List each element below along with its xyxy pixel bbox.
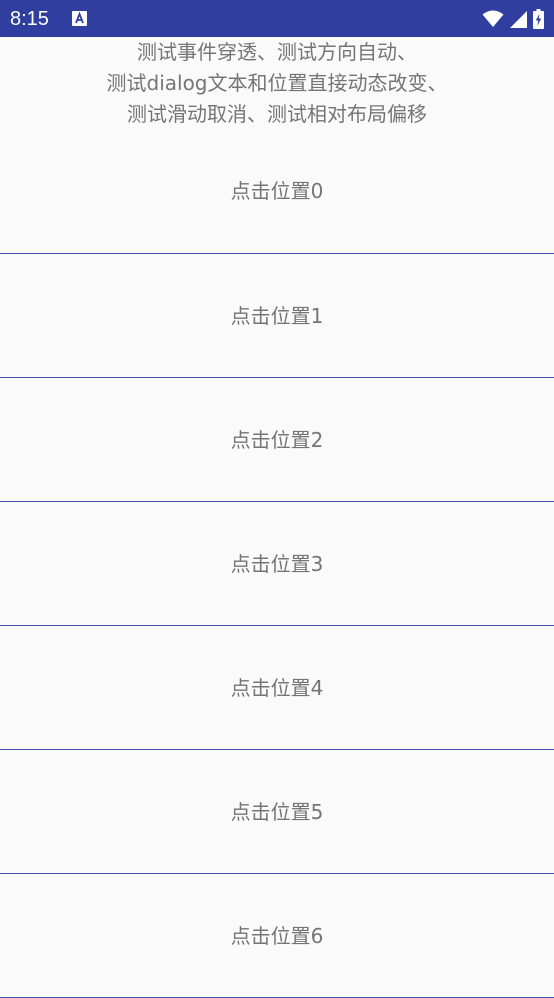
list-item-position-3[interactable]: 点击位置3 <box>0 502 554 626</box>
header-line: 测试dialog文本和位置直接动态改变、 <box>106 71 448 95</box>
list-item-label: 点击位置2 <box>230 427 324 452</box>
list-item-position-6[interactable]: 点击位置6 <box>0 874 554 998</box>
status-bar: 8:15 <box>0 0 554 37</box>
status-icons <box>482 8 544 30</box>
click-position-list: 点击位置0 点击位置1 点击位置2 点击位置3 点击位置4 点击位置5 点击位置… <box>0 129 554 998</box>
cell-signal-icon <box>510 10 527 28</box>
header-line: 测试滑动取消、测试相对布局偏移 <box>127 102 427 126</box>
battery-charging-icon <box>533 9 544 29</box>
list-item-position-0[interactable]: 点击位置0 <box>0 129 554 254</box>
list-item-position-2[interactable]: 点击位置2 <box>0 378 554 502</box>
list-item-label: 点击位置3 <box>230 551 324 576</box>
list-item-label: 点击位置0 <box>230 179 324 203</box>
list-item-position-4[interactable]: 点击位置4 <box>0 626 554 750</box>
wifi-icon <box>482 10 504 27</box>
list-item-position-1[interactable]: 点击位置1 <box>0 254 554 378</box>
list-item-position-5[interactable]: 点击位置5 <box>0 750 554 874</box>
font-a-icon <box>72 11 87 26</box>
list-item-label: 点击位置1 <box>230 303 324 328</box>
status-time: 8:15 <box>10 8 49 30</box>
list-item-label: 点击位置6 <box>230 923 324 948</box>
list-item-label: 点击位置4 <box>230 675 324 700</box>
header-description: 测试事件穿透、测试方向自动、 测试dialog文本和位置直接动态改变、 测试滑动… <box>0 37 554 130</box>
header-line: 测试事件穿透、测试方向自动、 <box>137 40 417 64</box>
list-item-label: 点击位置5 <box>230 799 324 824</box>
